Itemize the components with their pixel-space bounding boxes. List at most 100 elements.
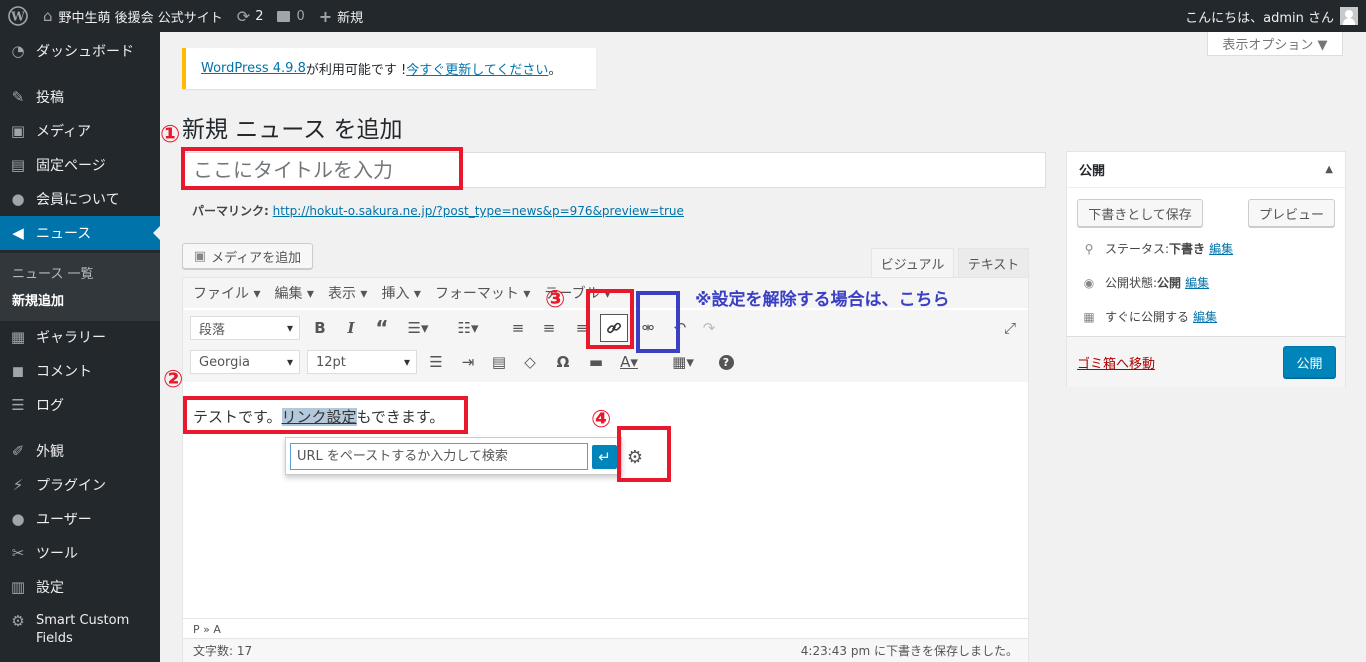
element-path: P » A xyxy=(183,618,1028,638)
my-account[interactable]: こんにちは、admin さん xyxy=(1185,0,1366,32)
sidebar-item-label: ギャラリー xyxy=(36,330,106,346)
blockquote-icon[interactable]: “ xyxy=(369,315,395,341)
bold-icon[interactable]: B xyxy=(307,315,333,341)
sidebar-item-smart-custom-fields[interactable]: ⚙ Smart Custom Fields xyxy=(0,610,160,650)
sidebar-item-members[interactable]: ● 会員について xyxy=(0,182,160,216)
autosave-message: 4:23:43 pm に下書きを保存しました。 xyxy=(800,644,1018,658)
align-left-icon[interactable]: ≡ xyxy=(505,315,531,341)
sidebar-item-gallery[interactable]: ▦ ギャラリー xyxy=(0,320,160,354)
update-now-link[interactable]: 今すぐ更新してください xyxy=(406,59,548,78)
news-submenu: ニュース 一覧 新規追加 xyxy=(0,253,160,321)
sidebar-item-users[interactable]: ● ユーザー xyxy=(0,502,160,536)
gear-icon: ⚙ xyxy=(11,612,25,630)
edit-status-link[interactable]: 編集 xyxy=(1209,240,1233,257)
sidebar-item-comments[interactable]: ◼ コメント xyxy=(0,354,160,388)
comment-icon: ◼ xyxy=(11,362,25,380)
sidebar-item-pages[interactable]: ▤ 固定ページ xyxy=(0,148,160,182)
media-icon: ▣ xyxy=(193,248,207,264)
sidebar-item-media[interactable]: ▣ メディア xyxy=(0,114,160,148)
sidebar-item-news[interactable]: ◀ ニュース xyxy=(0,216,160,250)
help-icon[interactable]: ? xyxy=(713,349,739,375)
sidebar-item-label: ダッシュボード xyxy=(36,44,134,60)
update-notice: WordPress 4.9.8 が利用可能です ! 今すぐ更新してください 。 xyxy=(182,48,596,89)
wordpress-version-link[interactable]: WordPress 4.9.8 xyxy=(201,61,306,76)
menu-insert[interactable]: 挿入 ▾ xyxy=(381,283,420,303)
admin-sidebar: ◔ ダッシュボード ✎ 投稿 ▣ メディア ▤ 固定ページ ● 会員について ◀… xyxy=(0,32,160,662)
user-icon: ● xyxy=(11,510,25,528)
comments-link[interactable]: 0 xyxy=(270,0,311,32)
url-input[interactable] xyxy=(290,443,588,470)
site-name: 野中生萌 後援会 公式サイト xyxy=(58,10,223,26)
permalink: パーマリンク: http://hokut-o.sakura.ne.jp/?pos… xyxy=(192,202,684,219)
submenu-item-add-new[interactable]: 新規追加 xyxy=(12,290,64,309)
sidebar-item-plugins[interactable]: ⚡ プラグイン xyxy=(0,468,160,502)
outdent-icon[interactable]: ▬ xyxy=(583,349,609,375)
submenu-item-news-list[interactable]: ニュース 一覧 xyxy=(12,263,93,282)
sidebar-item-label: ログ xyxy=(36,398,64,414)
paste-text-icon[interactable]: ▤ xyxy=(486,349,512,375)
notice-text: が利用可能です ! xyxy=(305,63,407,78)
sidebar-item-label: ツール xyxy=(36,546,78,562)
save-draft-button[interactable]: 下書きとして保存 xyxy=(1077,199,1203,227)
numbered-list-icon[interactable]: ☷▾ xyxy=(455,315,481,341)
align-center-icon[interactable]: ≡ xyxy=(536,315,562,341)
sidebar-item-label-line2: Fields xyxy=(36,631,73,646)
status-label: ステータス: xyxy=(1105,242,1170,256)
list-icon: ☰ xyxy=(11,396,25,414)
menu-file[interactable]: ファイル ▾ xyxy=(193,283,260,303)
megaphone-icon: ◀ xyxy=(12,224,24,242)
annotation-box-2 xyxy=(183,396,468,434)
plus-icon: + xyxy=(318,6,333,26)
sidebar-item-appearance[interactable]: ✐ 外観 xyxy=(0,434,160,468)
comment-bubble-icon xyxy=(277,10,291,22)
sidebar-item-dashboard[interactable]: ◔ ダッシュボード xyxy=(0,34,160,68)
tab-visual[interactable]: ビジュアル xyxy=(871,248,954,277)
add-media-button[interactable]: ▣ メディアを追加 xyxy=(182,243,313,269)
edit-schedule-link[interactable]: 編集 xyxy=(1193,308,1217,325)
fullscreen-icon[interactable]: ⤢ xyxy=(997,315,1023,341)
clear-format-icon[interactable]: ◇ xyxy=(517,349,543,375)
new-content-link[interactable]: + 新規 xyxy=(312,0,370,32)
horizontal-line-icon[interactable]: ☰ xyxy=(423,349,449,375)
site-name-link[interactable]: ⌂ 野中生萌 後援会 公式サイト xyxy=(36,0,230,32)
updates-link[interactable]: ⟳ 2 xyxy=(230,0,271,32)
wordpress-logo-icon[interactable]: W xyxy=(0,0,36,32)
move-to-trash-link[interactable]: ゴミ箱へ移動 xyxy=(1077,353,1155,372)
sidebar-item-label: ユーザー xyxy=(36,512,92,528)
groups-icon: ● xyxy=(11,190,25,208)
sidebar-item-label: Smart Custom Fields xyxy=(36,612,129,648)
apply-link-icon[interactable]: ↵ xyxy=(592,445,617,469)
sidebar-item-settings[interactable]: ▥ 設定 xyxy=(0,570,160,604)
greeting-text: こんにちは、admin さん xyxy=(1185,10,1334,26)
menu-view[interactable]: 表示 ▾ xyxy=(328,283,367,303)
format-select[interactable]: 段落 xyxy=(190,316,300,340)
indent-icon[interactable]: ⇥ xyxy=(455,349,481,375)
sidebar-item-posts[interactable]: ✎ 投稿 xyxy=(0,80,160,114)
wrench-icon: ✂ xyxy=(11,544,25,562)
menu-edit[interactable]: 編集 ▾ xyxy=(274,283,313,303)
menu-format[interactable]: フォーマット ▾ xyxy=(435,283,530,303)
font-family-select[interactable]: Georgia xyxy=(190,350,300,374)
gallery-icon: ▦ xyxy=(10,328,26,346)
preview-button[interactable]: プレビュー xyxy=(1248,199,1335,227)
publish-button[interactable]: 公開 xyxy=(1283,346,1336,378)
tab-text[interactable]: テキスト xyxy=(958,248,1029,277)
bullet-list-icon[interactable]: ☰▾ xyxy=(405,315,431,341)
annotation-number-4: ④ xyxy=(591,405,612,433)
sidebar-item-label: メディア xyxy=(36,124,92,140)
annotation-note-unlink: ※設定を解除する場合は、こちら xyxy=(695,290,950,310)
edit-visibility-link[interactable]: 編集 xyxy=(1185,274,1209,291)
permalink-label: パーマリンク: xyxy=(192,204,269,218)
add-media-label: メディアを追加 xyxy=(211,250,302,266)
special-character-icon[interactable]: Ω xyxy=(550,349,576,375)
font-size-select[interactable]: 12pt xyxy=(307,350,417,374)
screen-options-button[interactable]: 表示オプション ▼ xyxy=(1207,32,1343,56)
sidebar-item-log[interactable]: ☰ ログ xyxy=(0,388,160,422)
permalink-url[interactable]: http://hokut-o.sakura.ne.jp/?post_type=n… xyxy=(273,204,684,218)
italic-icon[interactable]: I xyxy=(338,315,364,341)
collapse-arrow-icon[interactable]: ▲ xyxy=(1325,164,1333,175)
sidebar-item-tools[interactable]: ✂ ツール xyxy=(0,536,160,570)
word-count: 文字数: 17 xyxy=(193,644,253,658)
eye-icon: ◉ xyxy=(1083,275,1095,290)
redo-icon[interactable]: ↷ xyxy=(696,315,722,341)
